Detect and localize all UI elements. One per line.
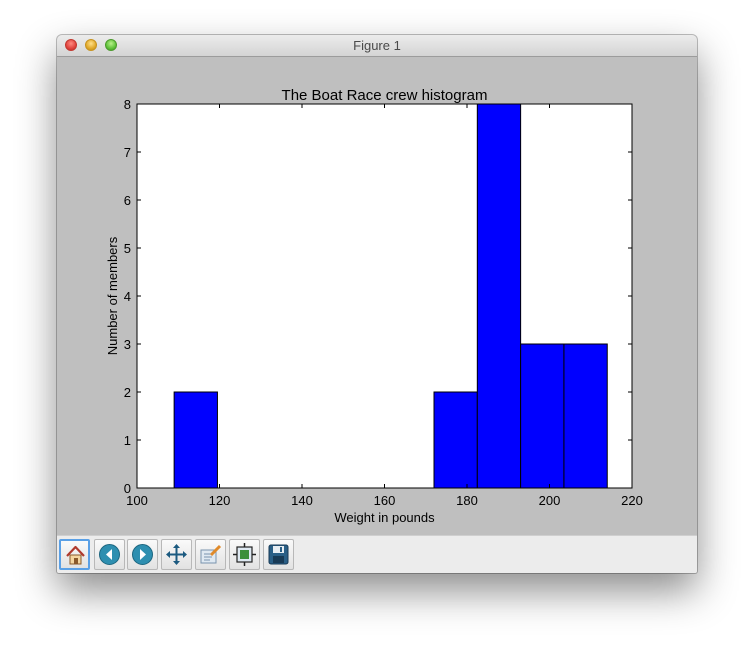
configure-subplots-icon bbox=[233, 543, 256, 566]
home-button[interactable] bbox=[59, 539, 90, 570]
x-axis-label: Weight in pounds bbox=[334, 510, 435, 525]
y-tick-label: 5 bbox=[124, 241, 131, 256]
histogram-chart: 100 120 140 160 180 200 220012345678 The Boat … bbox=[105, 87, 643, 525]
y-tick-label: 4 bbox=[124, 289, 131, 304]
zoom-to-rect-icon bbox=[200, 544, 222, 564]
x-tick-label: 220 bbox=[621, 493, 643, 508]
y-tick-label: 2 bbox=[124, 385, 131, 400]
floppy-disk-icon bbox=[268, 544, 289, 565]
x-tick-label: 200 bbox=[539, 493, 561, 508]
y-axis-label: Number of members bbox=[105, 236, 120, 355]
figure-canvas[interactable]: 100 120 140 160 180 200 220 0 1 2 3 4 5 6 7 8 The Boat … bbox=[57, 57, 697, 535]
histogram-bar bbox=[563, 343, 608, 489]
histogram-bar bbox=[476, 103, 522, 489]
y-tick-label: 8 bbox=[124, 97, 131, 112]
histogram-bar bbox=[433, 391, 478, 489]
move-arrows-icon bbox=[166, 544, 187, 565]
back-arrow-icon bbox=[99, 544, 120, 565]
y-tick-label: 3 bbox=[124, 337, 131, 352]
back-button[interactable] bbox=[94, 539, 125, 570]
window-title: Figure 1 bbox=[353, 38, 401, 53]
home-icon bbox=[66, 545, 85, 565]
x-tick-label: 160 bbox=[374, 493, 396, 508]
navigation-toolbar bbox=[57, 535, 697, 573]
forward-arrow-icon bbox=[132, 544, 153, 565]
histogram-bar bbox=[173, 391, 218, 489]
y-tick-label: 0 bbox=[124, 481, 131, 496]
x-tick-label: 140 bbox=[291, 493, 313, 508]
title-bar[interactable]: Figure 1 bbox=[57, 35, 697, 57]
x-tick-label: 180 bbox=[456, 493, 478, 508]
histogram-bar bbox=[520, 343, 565, 489]
zoom-rect-button[interactable] bbox=[195, 539, 226, 570]
y-tick-label: 7 bbox=[124, 145, 131, 160]
subplots-button[interactable] bbox=[229, 539, 260, 570]
x-tick-label: 120 bbox=[209, 493, 231, 508]
chart-title: The Boat Race crew histogram bbox=[282, 87, 488, 104]
save-button[interactable] bbox=[263, 539, 294, 570]
figure-window: Figure 1 100 120 140 160 180 200 220 0 1 2 3 4 5 6 7 8 … bbox=[57, 35, 697, 573]
y-tick-label: 6 bbox=[124, 193, 131, 208]
pan-button[interactable] bbox=[161, 539, 192, 570]
y-tick-label: 1 bbox=[124, 433, 131, 448]
forward-button[interactable] bbox=[127, 539, 158, 570]
